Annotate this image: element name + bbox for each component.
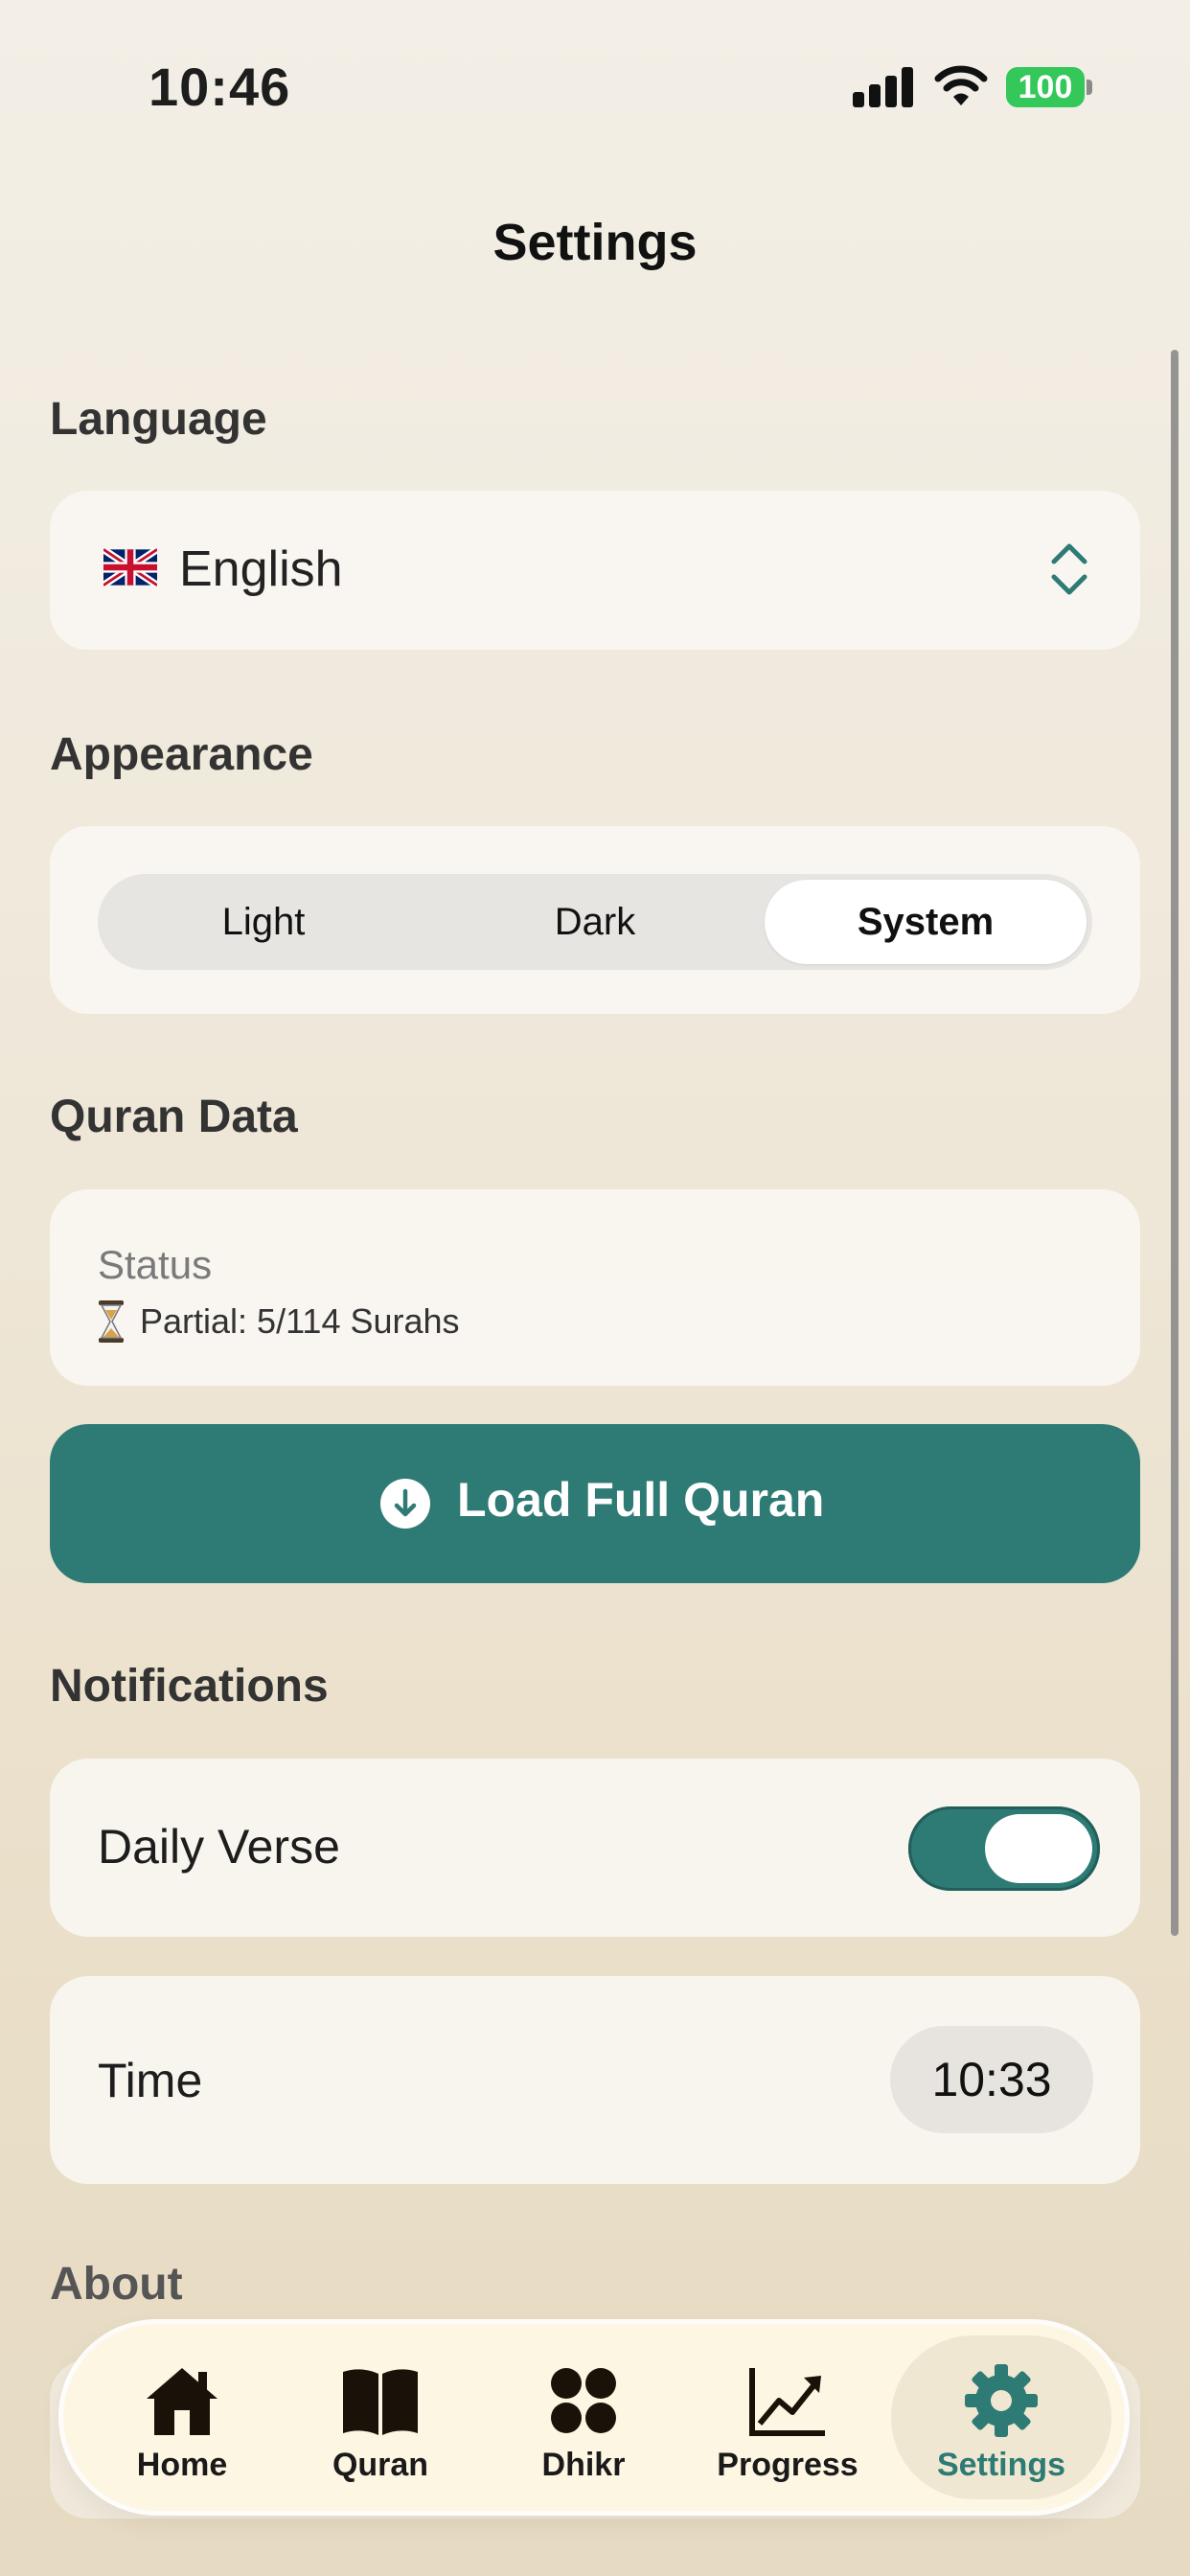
daily-verse-toggle[interactable]: [908, 1806, 1100, 1891]
daily-verse-label: Daily Verse: [98, 1820, 340, 1874]
battery-tip: [1087, 80, 1092, 95]
tab-dhikr-label: Dhikr: [541, 2447, 626, 2483]
status-label: Status: [98, 1242, 213, 1287]
language-picker[interactable]: English: [50, 491, 1140, 650]
page-title: Settings: [492, 214, 698, 271]
appearance-option-dark[interactable]: Dark: [429, 880, 761, 964]
download-arrow-icon: [380, 1479, 430, 1529]
tab-dhikr[interactable]: Dhikr: [488, 2324, 679, 2511]
appearance-card: Light Dark System: [50, 826, 1140, 1014]
notifications-heading: Notifications: [50, 1661, 329, 1712]
quran-data-heading: Quran Data: [50, 1092, 298, 1142]
appearance-option-system[interactable]: System: [765, 880, 1087, 964]
tab-progress[interactable]: Progress: [692, 2324, 883, 2511]
tab-bar: Home Quran Dhikr Progress Settings: [63, 2324, 1125, 2511]
time-label: Time: [98, 2054, 203, 2107]
cellular-signal-icon: [853, 65, 914, 107]
chevron-up-down-icon: [1051, 543, 1087, 595]
tab-progress-label: Progress: [717, 2447, 858, 2483]
scroll-indicator[interactable]: [1171, 350, 1179, 1936]
tab-home[interactable]: Home: [86, 2324, 278, 2511]
about-heading: About: [50, 2259, 183, 2310]
hourglass-icon: [99, 1300, 124, 1343]
tab-quran-label: Quran: [332, 2447, 429, 2483]
tab-settings[interactable]: Settings: [891, 2335, 1111, 2499]
status-value: Partial: 5/114 Surahs: [140, 1301, 460, 1341]
status-bar: 10:46 100: [0, 0, 1190, 144]
time-picker[interactable]: 10:33: [890, 2026, 1093, 2133]
book-icon: [343, 2369, 418, 2435]
daily-verse-row: Daily Verse: [50, 1759, 1140, 1937]
status-time: 10:46: [149, 57, 291, 117]
tab-home-label: Home: [136, 2447, 228, 2483]
home-icon: [147, 2368, 217, 2435]
gear-icon: [965, 2364, 1038, 2437]
beads-icon: [551, 2368, 616, 2433]
battery-icon: 100: [1006, 67, 1085, 107]
chart-trend-icon: [749, 2368, 825, 2436]
appearance-heading: Appearance: [50, 729, 313, 780]
tab-settings-label: Settings: [936, 2447, 1066, 2483]
tab-quran[interactable]: Quran: [285, 2324, 476, 2511]
wifi-icon: [934, 65, 988, 105]
language-value: English: [179, 541, 343, 597]
quran-status-card: Status Partial: 5/114 Surahs: [50, 1189, 1140, 1386]
appearance-segmented-control: Light Dark System: [98, 874, 1092, 970]
notification-time-row: Time 10:33: [50, 1976, 1140, 2184]
load-full-quran-button[interactable]: Load Full Quran: [50, 1424, 1140, 1583]
toggle-knob: [985, 1814, 1092, 1883]
appearance-option-light[interactable]: Light: [98, 880, 429, 964]
language-heading: Language: [50, 394, 267, 445]
load-full-quran-label: Load Full Quran: [457, 1473, 825, 1527]
uk-flag-icon: [103, 548, 157, 586]
